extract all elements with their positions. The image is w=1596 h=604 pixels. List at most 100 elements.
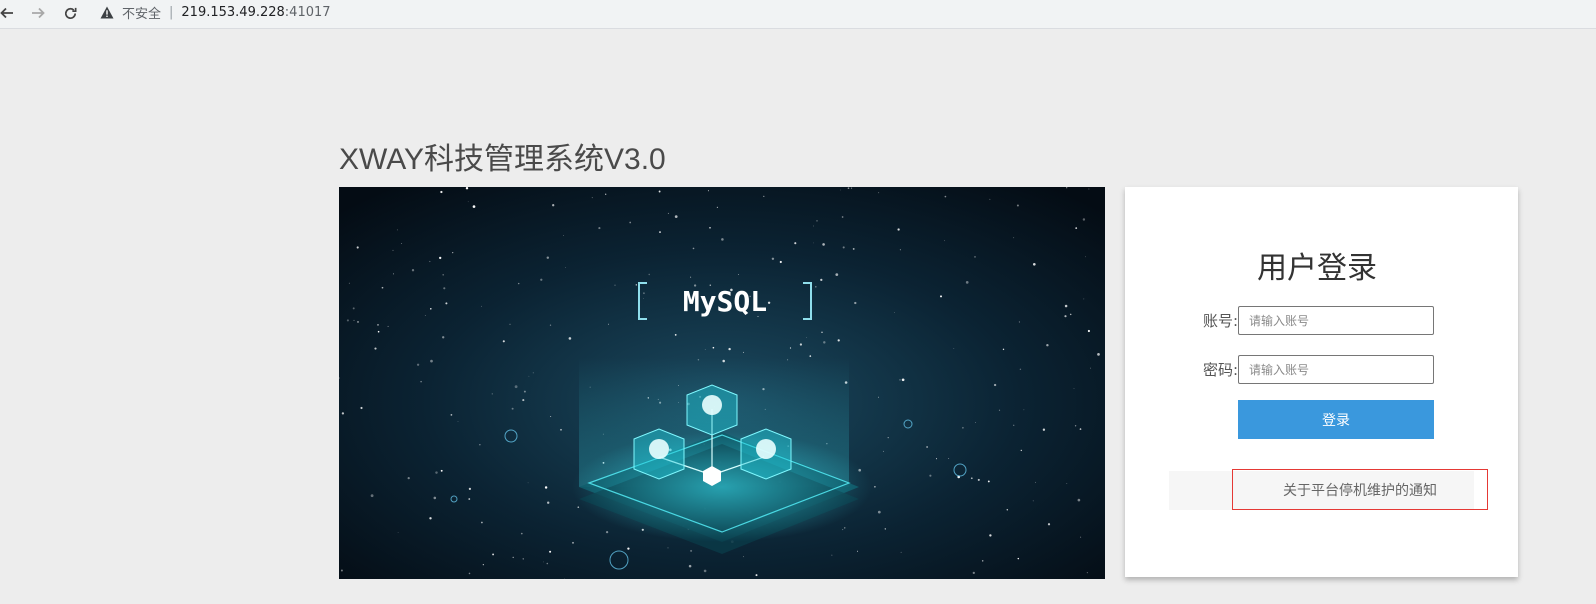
banner-star — [468, 487, 472, 491]
security-status-label[interactable]: 不安全 — [122, 3, 161, 22]
page-title: XWAY科技管理系统V3.0 — [339, 143, 666, 176]
url-host: 219.153.49.228 — [181, 4, 285, 20]
banner-star — [835, 273, 839, 276]
banner-star — [1074, 425, 1077, 427]
banner-star — [340, 569, 343, 572]
banner-star — [1066, 482, 1068, 484]
banner-star — [457, 421, 459, 422]
banner-star — [445, 302, 448, 305]
banner-star — [635, 284, 637, 286]
banner-star — [884, 528, 886, 530]
banner-star — [547, 501, 550, 504]
banner-star — [440, 469, 443, 472]
banner-star — [552, 204, 555, 207]
banner-star — [878, 192, 880, 194]
banner-star — [522, 399, 525, 402]
banner-star — [837, 339, 840, 342]
banner-star — [642, 292, 645, 295]
banner-star — [900, 551, 902, 553]
banner-star — [944, 195, 947, 198]
banner-star — [468, 572, 471, 575]
banner-star — [514, 385, 518, 389]
banner-star — [822, 243, 825, 246]
banner-star — [667, 212, 669, 214]
banner-star — [467, 201, 469, 203]
banner-star — [1020, 449, 1022, 452]
maintenance-notice-link[interactable]: 关于平台停机维护的通知 — [1232, 469, 1488, 510]
banner-star — [377, 330, 380, 333]
banner-star — [1013, 424, 1015, 426]
banner-star — [823, 341, 826, 344]
banner-star — [926, 446, 928, 448]
account-input[interactable] — [1238, 306, 1434, 335]
banner-star — [562, 235, 564, 236]
banner-star — [1066, 187, 1068, 189]
address-bar[interactable]: 不安全 | 219.153.49.228:41017 — [92, 0, 1596, 24]
banner-star — [1079, 428, 1082, 430]
banner-star — [472, 205, 476, 208]
banner-star — [989, 534, 992, 537]
banner-star — [712, 346, 715, 349]
banner-star — [974, 256, 976, 258]
banner-star — [411, 269, 415, 272]
banner-star — [944, 240, 946, 242]
mysql-banner-label: MySQL — [683, 285, 767, 318]
banner-star — [789, 347, 792, 349]
banner-star — [667, 547, 669, 549]
banner-star — [401, 242, 403, 244]
banner-star — [1083, 298, 1085, 300]
banner-star — [899, 249, 901, 251]
banner-star — [608, 323, 609, 325]
banner-star — [658, 190, 661, 193]
banner-star — [540, 278, 543, 281]
arrow-left-icon[interactable] — [0, 2, 18, 24]
banner-star — [692, 247, 695, 250]
banner-star — [972, 571, 975, 575]
banner-star — [1069, 313, 1072, 316]
banner-star — [1073, 388, 1075, 390]
banner-star — [763, 195, 765, 198]
banner-star — [844, 527, 846, 529]
account-label: 账号: — [1203, 312, 1239, 330]
banner-star — [755, 574, 758, 577]
password-label: 密码: — [1203, 361, 1239, 379]
banner-star — [794, 242, 797, 245]
banner-star — [970, 477, 973, 480]
banner-star — [532, 372, 534, 374]
banner-star — [674, 334, 677, 336]
banner-star — [1090, 367, 1091, 369]
banner-star — [481, 305, 483, 307]
banner-star — [439, 256, 442, 260]
banner-star — [721, 238, 724, 241]
banner-star — [605, 530, 609, 534]
warning-triangle-icon[interactable] — [100, 4, 116, 20]
banner-star — [502, 340, 505, 343]
password-input[interactable] — [1238, 355, 1434, 384]
banner-star — [465, 187, 469, 190]
banner-star — [659, 231, 661, 234]
banner-star — [442, 274, 444, 276]
banner-star — [443, 287, 446, 290]
banner-star — [1032, 262, 1036, 266]
banner-star — [577, 506, 580, 509]
arrow-right-icon[interactable] — [27, 2, 49, 24]
banner-star — [737, 274, 739, 276]
banner-star — [356, 246, 359, 249]
banner-star — [614, 284, 616, 286]
banner-star — [899, 379, 901, 381]
banner-star — [1087, 329, 1090, 333]
mysql-banner-image: MySQL — [339, 187, 1105, 579]
login-button[interactable]: 登录 — [1238, 400, 1434, 439]
banner-star — [939, 295, 943, 298]
banner-star — [370, 494, 374, 498]
banner-star — [528, 375, 530, 377]
banner-star — [703, 569, 707, 573]
banner-star — [360, 406, 363, 410]
banner-star — [512, 556, 514, 559]
reload-icon[interactable] — [59, 2, 81, 24]
banner-star — [893, 312, 895, 313]
banner-star — [841, 216, 844, 218]
banner-star — [564, 578, 565, 579]
banner-star — [433, 496, 437, 500]
banner-star — [975, 422, 976, 423]
